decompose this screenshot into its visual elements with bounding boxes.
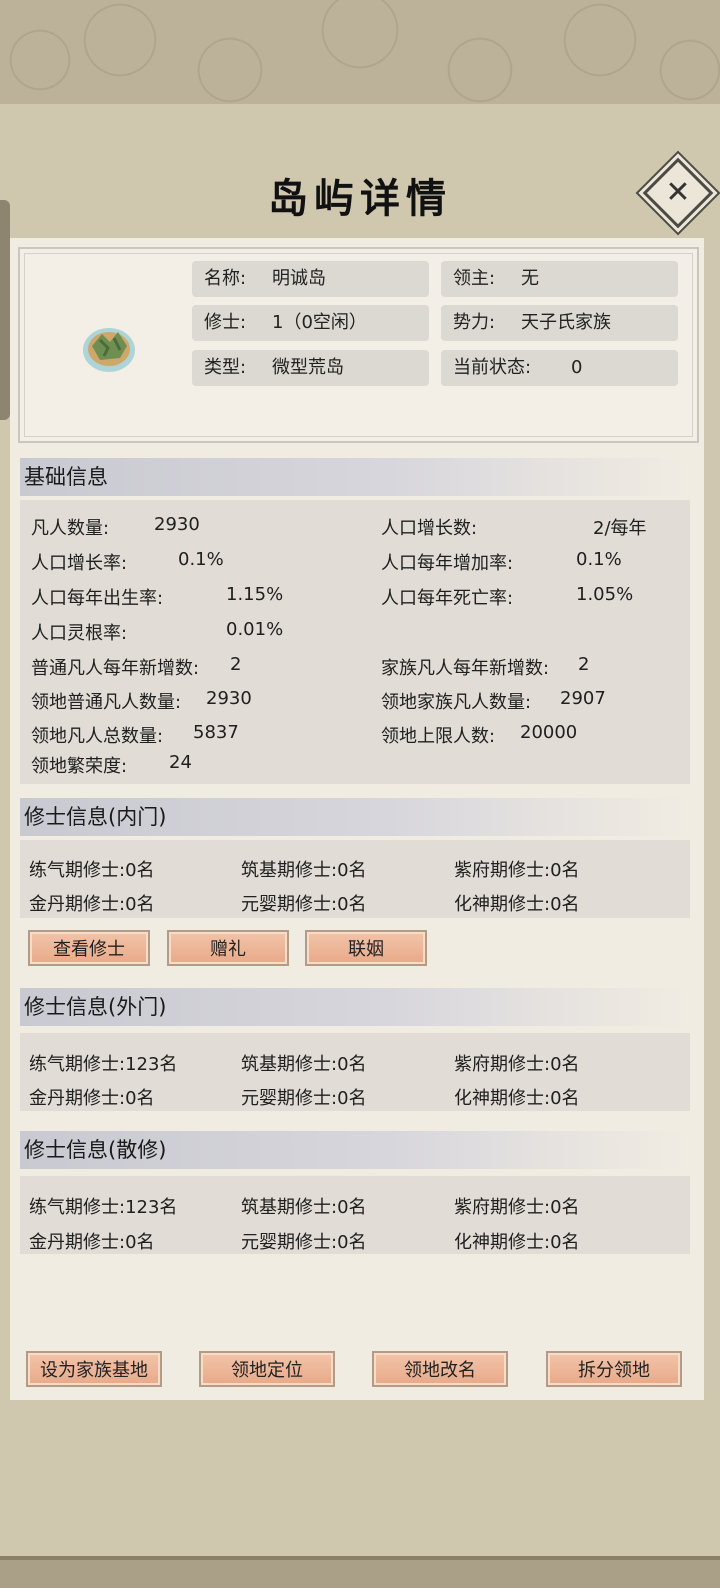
island-type: 微型荒岛 [272,357,344,378]
stat-label: 人口灵根率: [31,623,128,644]
set-family-base-button[interactable]: 设为家族基地 [26,1351,162,1387]
inner-sect-header: 修士信息(内门) [20,798,690,836]
island-status-field: 当前状态: 0 [441,350,678,386]
stat-label: 家族凡人每年新增数: [381,658,550,679]
outer-cell: 元婴期修士:0名 [241,1088,367,1109]
stat-label: 人口增长率: [31,553,128,574]
island-cultivator: 1（0空闲） [272,312,367,333]
stat-value: 2 [578,654,590,675]
stat-label: 领地上限人数: [381,726,496,747]
gift-button[interactable]: 赠礼 [167,930,289,966]
island-lord: 无 [521,268,539,289]
stat-label: 领地家族凡人数量: [381,692,532,713]
stat-value: 2930 [154,514,200,535]
close-icon: ✕ [665,175,691,210]
stat-value: 0.1% [178,549,224,570]
outer-cell: 练气期修士:123名 [29,1054,178,1075]
bottom-decoration [0,1556,720,1588]
page-title: 岛屿详情 [268,175,452,222]
outer-cell: 金丹期修士:0名 [29,1088,155,1109]
inner-cell: 元婴期修士:0名 [241,894,367,915]
loose-cultivator-header: 修士信息(散修) [20,1131,690,1169]
loose-cell: 筑基期修士:0名 [241,1197,367,1218]
outer-cell: 化神期修士:0名 [454,1088,580,1109]
inner-cell: 筑基期修士:0名 [241,860,367,881]
outer-sect-header: 修士信息(外门) [20,988,690,1026]
stat-label: 领地普通凡人数量: [31,692,182,713]
view-cultivators-button[interactable]: 查看修士 [28,930,150,966]
stat-value: 24 [169,752,192,773]
stat-value: 2907 [560,688,606,709]
inner-cell: 紫府期修士:0名 [454,860,580,881]
stat-label: 人口每年死亡率: [381,588,514,609]
outer-cell: 筑基期修士:0名 [241,1054,367,1075]
stat-value: 0.1% [576,549,622,570]
loose-cell: 金丹期修士:0名 [29,1232,155,1253]
stat-value: 2 [230,654,242,675]
stat-label: 人口每年出生率: [31,588,164,609]
split-territory-button[interactable]: 拆分领地 [546,1351,682,1387]
loose-cell: 元婴期修士:0名 [241,1232,367,1253]
marriage-button[interactable]: 联姻 [305,930,427,966]
stat-value: 1.15% [226,584,284,605]
stat-value: 2/每年 [593,518,647,539]
loose-cell: 练气期修士:123名 [29,1197,178,1218]
island-icon [83,328,135,372]
stat-value: 20000 [520,722,578,743]
outer-cell: 紫府期修士:0名 [454,1054,580,1075]
loose-cell: 紫府期修士:0名 [454,1197,580,1218]
stat-label: 领地凡人总数量: [31,726,164,747]
rename-territory-button[interactable]: 领地改名 [372,1351,508,1387]
island-faction: 天子氏家族 [521,312,611,333]
loose-cell: 化神期修士:0名 [454,1232,580,1253]
stat-label: 人口每年增加率: [381,553,514,574]
stat-label: 普通凡人每年新增数: [31,658,200,679]
inner-cell: 化神期修士:0名 [454,894,580,915]
left-edge-tab [0,200,10,420]
stat-value: 0.01% [226,619,284,640]
stat-value: 2930 [206,688,252,709]
stat-label: 凡人数量: [31,518,110,539]
stat-label: 人口增长数: [381,518,478,539]
locate-territory-button[interactable]: 领地定位 [199,1351,335,1387]
stat-label: 领地繁荣度: [31,756,128,777]
stat-value: 5837 [193,722,239,743]
island-name: 明诚岛 [272,268,326,289]
island-name-field: 名称: 明诚岛 [192,261,429,297]
island-faction-field: 势力: 天子氏家族 [441,305,678,341]
basic-info-header: 基础信息 [20,458,690,496]
top-wave-decoration [0,0,720,110]
inner-cell: 金丹期修士:0名 [29,894,155,915]
island-cultivator-field: 修士: 1（0空闲） [192,305,429,341]
stat-value: 1.05% [576,584,634,605]
island-type-field: 类型: 微型荒岛 [192,350,429,386]
inner-cell: 练气期修士:0名 [29,860,155,881]
island-lord-field: 领主: 无 [441,261,678,297]
island-status: 0 [571,357,583,378]
